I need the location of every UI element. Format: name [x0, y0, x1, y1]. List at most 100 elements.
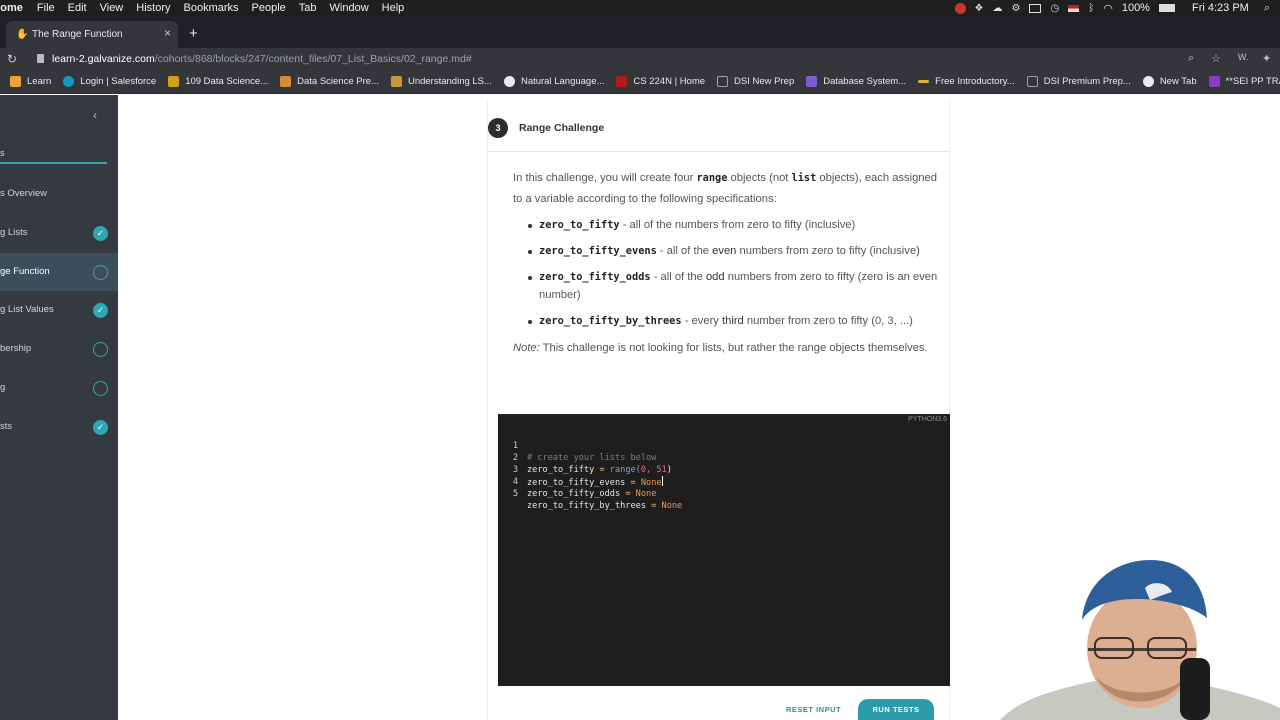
- wifi-icon[interactable]: ◠: [1103, 2, 1113, 15]
- record-icon[interactable]: [954, 2, 966, 14]
- app-menu[interactable]: rome: [0, 2, 23, 14]
- bookmark-new-tab[interactable]: New Tab: [1142, 76, 1197, 87]
- lesson-sidebar: ‹ s s Overview g Lists ✓ ge Function g L…: [0, 95, 118, 720]
- bookmark-dsi-new-prep[interactable]: DSI New Prep: [717, 76, 794, 87]
- code-line[interactable]: 3 zero_to_fifty_evens = None: [498, 452, 663, 488]
- menu-help[interactable]: Help: [382, 2, 405, 14]
- menu-bookmarks[interactable]: Bookmarks: [184, 2, 239, 14]
- menu-people[interactable]: People: [252, 2, 286, 14]
- globe-icon: [503, 76, 515, 87]
- bookmark-sei-pp-transfer[interactable]: **SEI PP TRANSF...: [1208, 76, 1280, 87]
- bookmark-star-icon[interactable]: ☆: [1211, 52, 1221, 65]
- code-line[interactable]: 4 zero_to_fifty_odds = None: [498, 464, 657, 499]
- sidebar-item-g[interactable]: g: [0, 369, 118, 407]
- code-line[interactable]: 1 # create your lists below: [498, 428, 657, 463]
- mac-menu-bar: rome File Edit View History Bookmarks Pe…: [0, 0, 1280, 16]
- menu-view[interactable]: View: [100, 2, 124, 14]
- language-label: PYTHON3.6: [908, 416, 947, 423]
- extension-icon[interactable]: W.: [1238, 52, 1249, 62]
- search-icon[interactable]: ⌕: [1188, 52, 1194, 65]
- dropbox-icon[interactable]: ❖: [975, 3, 984, 14]
- code-line[interactable]: 5 zero_to_fifty_by_threes = None: [498, 476, 682, 511]
- time-machine-icon[interactable]: ◷: [1050, 3, 1059, 14]
- cloud-icon: [63, 76, 75, 87]
- bookmark-data-science-prep[interactable]: Data Science Pre...: [280, 76, 379, 87]
- globe-icon: [1142, 76, 1154, 87]
- galvanize-favicon-icon: ✋: [16, 29, 29, 40]
- new-tab-button[interactable]: +: [189, 25, 198, 42]
- tab-range-function[interactable]: ✋ The Range Function ×: [6, 21, 178, 48]
- menu-tab[interactable]: Tab: [299, 2, 317, 14]
- menu-edit[interactable]: Edit: [68, 2, 87, 14]
- list-item: zero_to_fifty_by_threes - every third nu…: [513, 312, 938, 330]
- step-number-badge: 3: [488, 118, 508, 138]
- folder-icon: [1026, 76, 1038, 87]
- folder-icon: [717, 76, 729, 87]
- challenge-description: In this challenge, you will create four …: [513, 168, 938, 359]
- sidebar-item-membership[interactable]: bership: [0, 330, 118, 368]
- cloud-icon[interactable]: ☁: [993, 3, 1003, 14]
- flag-icon[interactable]: [1068, 4, 1080, 12]
- lock-icon[interactable]: [37, 54, 44, 63]
- tab-title: The Range Function: [32, 29, 123, 40]
- bookmark-salesforce[interactable]: Login | Salesforce: [63, 76, 156, 87]
- list-item: zero_to_fifty_odds - all of the odd numb…: [513, 268, 938, 304]
- battery-icon[interactable]: [1158, 4, 1175, 12]
- text-cursor: [661, 476, 663, 486]
- bookmark-natural-language[interactable]: Natural Language...: [503, 76, 604, 87]
- bookmark-database-system[interactable]: Database System...: [806, 76, 906, 87]
- bookmarks-bar: Learn Login | Salesforce 109 Data Scienc…: [0, 70, 1280, 94]
- folder-icon: [10, 76, 21, 87]
- reload-icon[interactable]: ↻: [7, 52, 17, 66]
- code-editor[interactable]: PYTHON3.6 1 # create your lists below 2 …: [498, 414, 950, 686]
- bluetooth-icon[interactable]: ᛒ: [1088, 3, 1094, 14]
- collapse-sidebar-icon[interactable]: ‹: [93, 108, 97, 122]
- spotlight-icon[interactable]: ⌕: [1264, 2, 1270, 15]
- challenge-title: Range Challenge: [519, 122, 605, 134]
- menu-history[interactable]: History: [136, 2, 170, 14]
- bookmark-learn[interactable]: Learn: [10, 76, 51, 87]
- bookmark-dsi-premium-prep[interactable]: DSI Premium Prep...: [1026, 76, 1131, 87]
- reset-input-button[interactable]: RESET INPUT: [786, 705, 841, 714]
- divider: [487, 151, 950, 152]
- browser-tab-strip: ✋ The Range Function × +: [0, 16, 1280, 48]
- code-line[interactable]: 2 zero_to_fifty = range(0, 51): [498, 440, 672, 475]
- close-tab-icon[interactable]: ×: [164, 26, 171, 40]
- bookmark-cs224n[interactable]: CS 224N | Home: [616, 76, 705, 87]
- stanford-icon: [616, 76, 628, 87]
- display-icon[interactable]: [1029, 3, 1042, 13]
- incomplete-icon: [93, 381, 108, 396]
- bookmark-favicon-icon: [390, 76, 402, 87]
- run-tests-button[interactable]: RUN TESTS: [858, 699, 934, 720]
- clock[interactable]: Fri 4:23 PM: [1192, 2, 1249, 14]
- list-item: zero_to_fifty - all of the numbers from …: [513, 216, 938, 234]
- bookmark-free-introductory[interactable]: Free Introductory...: [918, 76, 1015, 87]
- bookmark-109-data-science[interactable]: 109 Data Science...: [168, 76, 268, 87]
- menu-window[interactable]: Window: [330, 2, 369, 14]
- address-bar: ↻ learn-2.galvanize.com/cohorts/868/bloc…: [0, 48, 1280, 70]
- sidebar-item-lists[interactable]: g Lists ✓: [0, 214, 118, 252]
- sidebar-item-tests[interactable]: sts ✓: [0, 408, 118, 446]
- list-item: zero_to_fifty_evens - all of the even nu…: [513, 242, 938, 260]
- status-area: ❖ ☁ ⚙ ◷ ᛒ ◠ 100% Fri 4:23 PM ⌕: [954, 0, 1270, 16]
- puzzle-icon[interactable]: ✦: [1262, 52, 1271, 65]
- url-field[interactable]: learn-2.galvanize.com/cohorts/868/blocks…: [52, 53, 472, 65]
- bookmark-favicon-icon: [806, 76, 818, 87]
- in-progress-icon: [93, 265, 108, 280]
- bookmark-favicon-icon: [918, 80, 930, 83]
- note-paragraph: Note: This challenge is not looking for …: [513, 342, 928, 354]
- bookmark-favicon-icon: [1208, 76, 1220, 87]
- bookmark-understanding-lstm[interactable]: Understanding LS...: [390, 76, 492, 87]
- sidebar-progress-rule: [0, 162, 107, 164]
- bookmark-favicon-icon: [168, 76, 180, 87]
- settings-icon[interactable]: ⚙: [1012, 3, 1021, 14]
- sidebar-item-overview[interactable]: s Overview: [0, 175, 118, 213]
- webcam-overlay: [1000, 560, 1280, 720]
- sidebar-item-list-values[interactable]: g List Values ✓: [0, 291, 118, 329]
- sidebar-item-range-function[interactable]: ge Function: [0, 253, 118, 291]
- check-complete-icon: ✓: [93, 303, 108, 318]
- menu-file[interactable]: File: [37, 2, 55, 14]
- battery-percent: 100%: [1121, 2, 1150, 14]
- check-complete-icon: ✓: [93, 226, 108, 241]
- intro-paragraph: In this challenge, you will create four …: [513, 172, 937, 205]
